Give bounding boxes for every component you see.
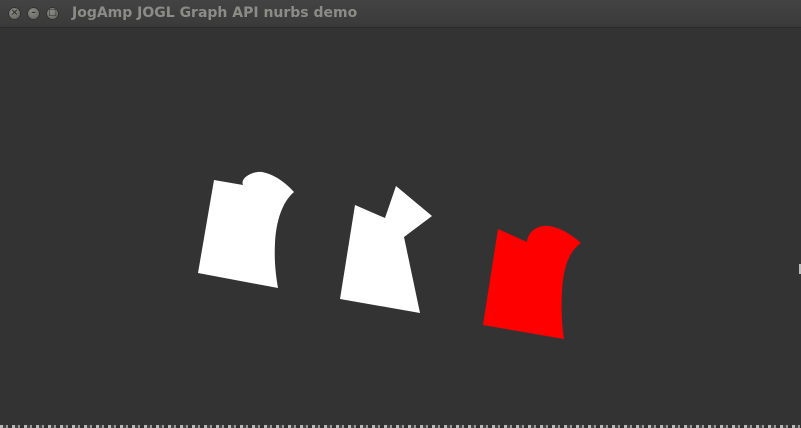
nurbs-shape-middle	[340, 186, 432, 313]
maximize-button[interactable]: □	[46, 7, 59, 20]
close-icon: ×	[10, 8, 19, 18]
maximize-icon: □	[48, 8, 57, 18]
scene-svg	[198, 171, 581, 339]
title-bar[interactable]: × – □ JogAmp JOGL Graph API nurbs demo	[0, 0, 801, 28]
window-title: JogAmp JOGL Graph API nurbs demo	[72, 5, 358, 21]
nurbs-shape-left	[198, 171, 294, 288]
close-button[interactable]: ×	[8, 7, 21, 20]
minimize-icon: –	[31, 8, 36, 18]
nurbs-shape-right	[483, 225, 581, 339]
gl-canvas[interactable]	[0, 28, 801, 428]
minimize-button[interactable]: –	[27, 7, 40, 20]
app-window: × – □ JogAmp JOGL Graph API nurbs demo	[0, 0, 801, 428]
